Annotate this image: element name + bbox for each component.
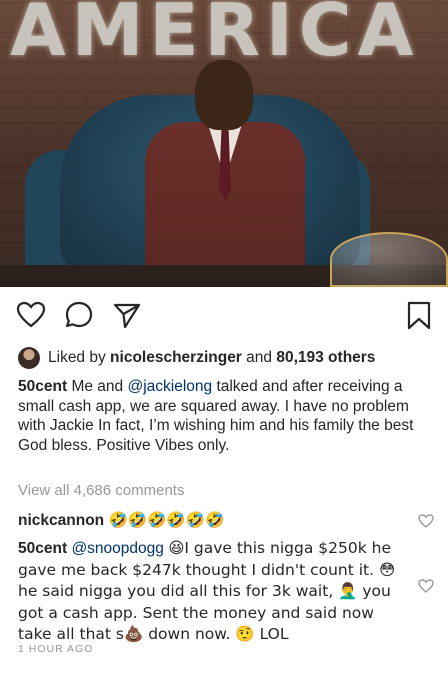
caption-mention[interactable]: @jackielong: [127, 378, 212, 395]
post-photo[interactable]: AMERICA: [0, 0, 448, 287]
paper-plane-icon[interactable]: [112, 300, 142, 330]
liker-username[interactable]: nicolescherzinger: [110, 349, 242, 367]
post-caption: 50cent Me and @jackielong talked and aft…: [18, 377, 432, 455]
caption-username[interactable]: 50cent: [18, 378, 67, 395]
liked-by-prefix: Liked by: [48, 349, 106, 366]
comment-bubble-icon[interactable]: [64, 300, 94, 330]
head: [195, 60, 253, 130]
comment-mention[interactable]: @snoopdogg: [71, 540, 163, 557]
comment-like-heart-icon[interactable]: [418, 513, 434, 529]
caption-text-start: Me and: [71, 378, 124, 395]
comment-item: 50cent @snoopdogg 😆I gave this nigga $25…: [18, 538, 408, 646]
likes-count[interactable]: 80,193 others: [276, 349, 375, 367]
comment-username[interactable]: 50cent: [18, 540, 67, 557]
view-all-comments-link[interactable]: View all 4,686 comments: [18, 482, 184, 499]
liker-avatar[interactable]: [18, 347, 40, 369]
heart-outline-icon[interactable]: [16, 300, 46, 330]
comment-username[interactable]: nickcannon: [18, 512, 104, 529]
post-timestamp: 1 HOUR AGO: [18, 643, 94, 655]
seated-man-in-suit: [140, 60, 310, 287]
post-action-bar: [0, 300, 448, 334]
glass-side-table: [330, 232, 448, 287]
comment-item: nickcannon 🤣🤣🤣🤣🤣🤣: [18, 510, 408, 531]
likes-and: and: [246, 349, 273, 366]
likes-summary: Liked by nicolescherzinger and 80,193 ot…: [18, 346, 438, 370]
comment-like-heart-icon[interactable]: [418, 578, 434, 594]
bookmark-icon[interactable]: [404, 300, 434, 330]
comment-text: 🤣🤣🤣🤣🤣🤣: [108, 511, 225, 529]
